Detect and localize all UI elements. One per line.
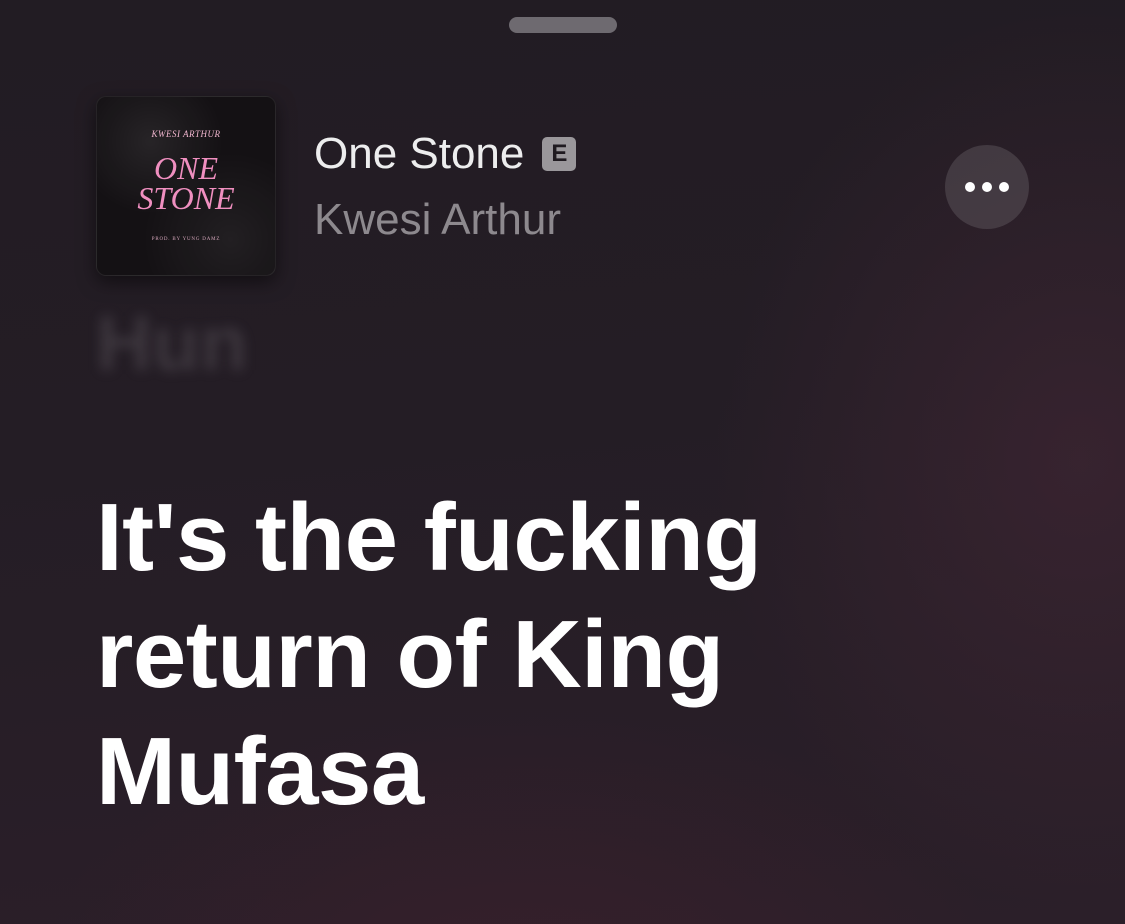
song-title[interactable]: One Stone [314,128,524,180]
ellipsis-icon [999,182,1009,192]
sheet-grabber[interactable] [509,17,617,33]
ellipsis-icon [965,182,975,192]
artwork-title-text: ONE STONE [137,150,235,216]
artwork-producer-text: PROD. BY YUNG DAMZ [151,237,221,242]
artwork-artist-text: KWESI ARTHUR [151,129,221,139]
ellipsis-icon [982,182,992,192]
artist-name[interactable]: Kwesi Arthur [314,194,561,246]
more-options-button[interactable] [945,145,1029,229]
album-artwork[interactable]: KWESI ARTHUR ONE STONE PROD. BY YUNG DAM… [96,96,276,276]
current-lyric-line[interactable]: It's the fucking return of King Mufasa [96,479,996,830]
song-title-row: One Stone E [314,128,577,180]
explicit-badge: E [542,137,577,171]
previous-lyric-line[interactable]: Hun [96,298,248,388]
